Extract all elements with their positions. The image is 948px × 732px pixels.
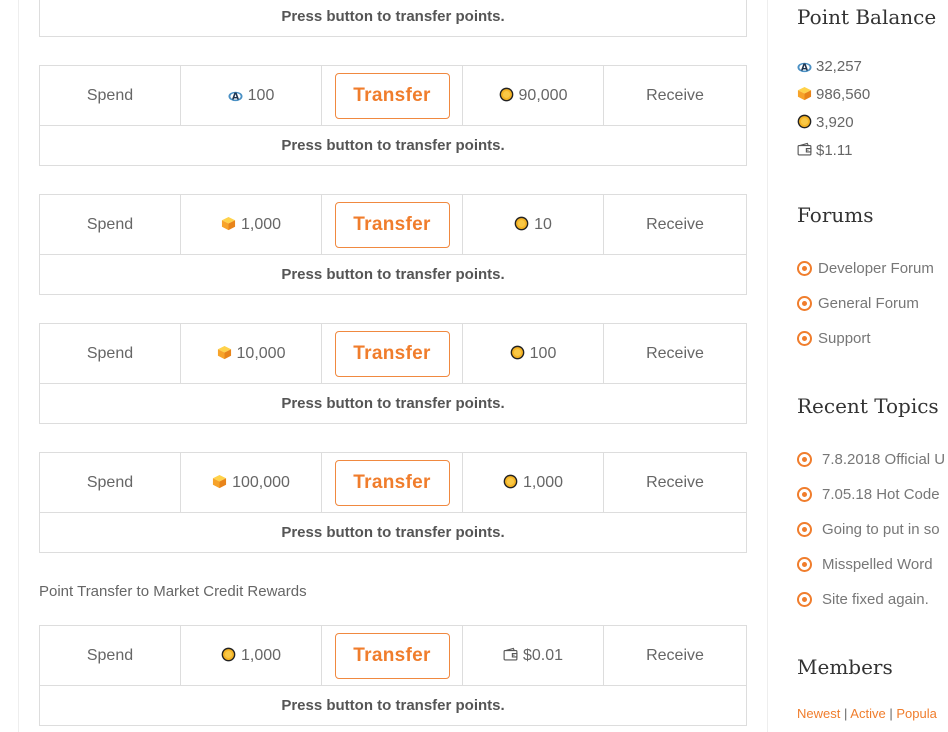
transfer-cell: Transfer xyxy=(322,195,463,254)
balance-item: 986,560 xyxy=(797,86,870,103)
transfer-table: Spend 100,000 Transfer 1,000 Receive Pre… xyxy=(39,452,747,553)
transfer-button[interactable]: Transfer xyxy=(334,72,450,119)
coin-icon xyxy=(797,114,812,129)
transfer-row: Spend 1,000 Transfer 10 Receive xyxy=(40,195,746,255)
spend-label: Spend xyxy=(40,324,181,383)
target-icon xyxy=(797,592,812,607)
transfer-button[interactable]: Transfer xyxy=(334,632,450,679)
members-title: Members xyxy=(797,655,893,679)
transfer-table: Spend 1,000 Transfer 10 Receive Press bu… xyxy=(39,194,747,295)
spend-amount: 100,000 xyxy=(181,453,322,512)
target-icon xyxy=(797,296,812,311)
point-balance-title: Point Balance xyxy=(797,5,937,29)
transfer-table: Spend 10,000 Transfer 100 Receive Press … xyxy=(39,323,747,424)
topic-link[interactable]: Going to put in so xyxy=(797,521,940,538)
forums-title: Forums xyxy=(797,203,874,227)
cube-icon xyxy=(217,345,232,360)
spend-amount: 100 xyxy=(181,66,322,125)
receive-amount: 1,000 xyxy=(463,453,604,512)
wallet-icon xyxy=(503,647,518,662)
topic-link[interactable]: 7.8.2018 Official U xyxy=(797,451,945,468)
topic-link[interactable]: 7.05.18 Hot Code xyxy=(797,486,940,503)
market-section-title: Point Transfer to Market Credit Rewards xyxy=(39,583,307,600)
transfer-cell: Transfer xyxy=(322,324,463,383)
forum-link[interactable]: Support xyxy=(797,330,871,347)
content-left-border xyxy=(18,0,19,732)
target-icon xyxy=(797,452,812,467)
transfer-hint: Press button to transfer points. xyxy=(281,8,505,25)
cube-icon xyxy=(212,474,227,489)
a-points-icon xyxy=(228,87,243,102)
transfer-row: Spend 10,000 Transfer 100 Receive xyxy=(40,324,746,384)
transfer-hint: Press button to transfer points. xyxy=(281,524,505,541)
transfer-button[interactable]: Transfer xyxy=(334,330,450,377)
balance-item: 32,257 xyxy=(797,58,862,75)
target-icon xyxy=(797,331,812,346)
spend-amount: 1,000 xyxy=(181,626,322,685)
members-active-link[interactable]: Active xyxy=(850,706,885,721)
transfer-hint: Press button to transfer points. xyxy=(281,697,505,714)
receive-amount: 100 xyxy=(463,324,604,383)
target-icon xyxy=(797,522,812,537)
spend-amount: 10,000 xyxy=(181,324,322,383)
transfer-table: Spend 100 Transfer 90,000 Receive Press … xyxy=(39,65,747,166)
spend-amount: 1,000 xyxy=(181,195,322,254)
balance-item: $1.11 xyxy=(797,142,852,159)
cube-icon xyxy=(221,216,236,231)
transfer-hint: Press button to transfer points. xyxy=(281,137,505,154)
column-divider xyxy=(767,0,768,732)
receive-label: Receive xyxy=(646,215,704,233)
spend-label: Spend xyxy=(40,453,181,512)
coin-icon xyxy=(510,345,525,360)
receive-label: Receive xyxy=(646,646,704,664)
transfer-cell: Transfer xyxy=(322,66,463,125)
receive-label: Receive xyxy=(646,344,704,362)
spend-label: Spend xyxy=(40,66,181,125)
transfer-button[interactable]: Transfer xyxy=(334,459,450,506)
transfer-cell: Transfer xyxy=(322,453,463,512)
forum-link[interactable]: Developer Forum xyxy=(797,260,934,277)
forum-link[interactable]: General Forum xyxy=(797,295,919,312)
transfer-table: Press button to transfer points. xyxy=(39,0,747,37)
receive-amount: 10 xyxy=(463,195,604,254)
target-icon xyxy=(797,261,812,276)
transfer-hint: Press button to transfer points. xyxy=(281,395,505,412)
transfer-button[interactable]: Transfer xyxy=(334,201,450,248)
coin-icon xyxy=(221,647,236,662)
topic-link[interactable]: Misspelled Word xyxy=(797,556,933,573)
sidebar: Point Balance 32,257 986,560 3,920 $1.11… xyxy=(797,0,948,732)
topic-link[interactable]: Site fixed again. xyxy=(797,591,929,608)
spend-label: Spend xyxy=(40,195,181,254)
transfer-cell: Transfer xyxy=(322,626,463,685)
receive-amount: $0.01 xyxy=(463,626,604,685)
transfer-row: Spend 100,000 Transfer 1,000 Receive xyxy=(40,453,746,513)
members-popular-link[interactable]: Popula xyxy=(896,706,936,721)
market-transfer-table: Spend 1,000 Transfer $0.01 Receive Press… xyxy=(39,625,747,726)
transfer-hint: Press button to transfer points. xyxy=(281,266,505,283)
balance-item: 3,920 xyxy=(797,114,854,131)
members-newest-link[interactable]: Newest xyxy=(797,706,840,721)
a-points-icon xyxy=(797,58,812,73)
transfer-row: Spend 1,000 Transfer $0.01 Receive xyxy=(40,626,746,686)
wallet-icon xyxy=(797,142,812,157)
receive-label: Receive xyxy=(646,473,704,491)
separator: | xyxy=(843,706,848,721)
target-icon xyxy=(797,487,812,502)
receive-amount: 90,000 xyxy=(463,66,604,125)
coin-icon xyxy=(514,216,529,231)
target-icon xyxy=(797,557,812,572)
coin-icon xyxy=(499,87,514,102)
spend-label: Spend xyxy=(40,626,181,685)
receive-label: Receive xyxy=(646,86,704,104)
transfer-row: Spend 100 Transfer 90,000 Receive xyxy=(40,66,746,126)
recent-topics-title: Recent Topics xyxy=(797,394,939,418)
separator: | xyxy=(889,706,893,721)
cube-icon xyxy=(797,86,812,101)
coin-icon xyxy=(503,474,518,489)
members-filter: Newest | Active | Popula xyxy=(797,706,937,721)
